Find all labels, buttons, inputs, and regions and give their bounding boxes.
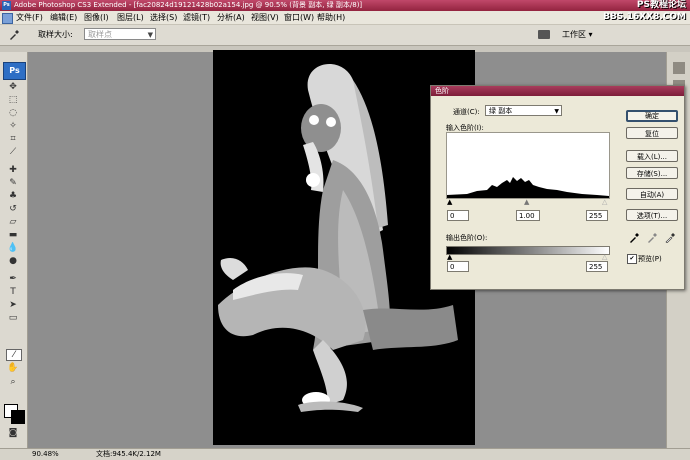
ok-button[interactable]: 确定: [626, 110, 678, 122]
slice-tool-icon[interactable]: ⟋: [6, 147, 20, 157]
output-gradient: [446, 246, 610, 255]
black-point-slider[interactable]: ▲: [447, 198, 452, 206]
menu-filter[interactable]: 滤镜(T): [183, 11, 210, 24]
channel-label: 通道(C):: [453, 108, 480, 116]
shape-tool-icon[interactable]: ▭: [6, 313, 20, 323]
histogram-graph: [447, 177, 609, 198]
eyedropper-tool-icon[interactable]: ⁄: [6, 349, 22, 361]
output-black-slider[interactable]: ▲: [447, 253, 452, 261]
input-gamma-field[interactable]: 1.00: [516, 210, 540, 221]
file-browser-icon[interactable]: [538, 30, 550, 39]
input-white-field[interactable]: 255: [586, 210, 608, 221]
status-bar: 90.48% 文档:945.4K/2.12M: [0, 448, 690, 460]
window-title-bar: Ps Adobe Photoshop CS3 Extended - [fac20…: [0, 0, 690, 11]
path-selection-tool-icon[interactable]: ➤: [6, 300, 20, 310]
watermark-top: PS教程论坛: [636, 0, 686, 10]
output-white-field[interactable]: 255: [586, 261, 608, 272]
zoom-tool-icon[interactable]: ⌕: [6, 377, 20, 387]
histogram: [446, 132, 610, 199]
white-eyedropper-icon[interactable]: [665, 233, 675, 243]
brush-tool-icon[interactable]: ✎: [6, 178, 20, 188]
white-point-slider[interactable]: △: [602, 198, 607, 206]
save-button[interactable]: 存储(S)...: [626, 167, 678, 179]
preview-label: 预览(P): [638, 255, 662, 263]
menu-view[interactable]: 视图(V): [251, 11, 279, 24]
menu-image[interactable]: 图像(I): [84, 11, 109, 24]
sample-size-select[interactable]: 取样点 ▼: [84, 28, 156, 40]
menu-select[interactable]: 选择(S): [150, 11, 177, 24]
magic-wand-tool-icon[interactable]: ✧: [6, 121, 20, 131]
menu-edit[interactable]: 编辑(E): [50, 11, 77, 24]
crop-tool-icon[interactable]: ⌗: [6, 134, 20, 144]
input-black-field[interactable]: 0: [447, 210, 469, 221]
menu-layer[interactable]: 图层(L): [117, 11, 144, 24]
gamma-slider[interactable]: ▲: [524, 198, 529, 206]
window-title: Adobe Photoshop CS3 Extended - [fac20824…: [14, 1, 363, 9]
marquee-tool-icon[interactable]: ⬚: [6, 95, 20, 105]
sample-size-label: 取样大小:: [38, 30, 73, 39]
auto-button[interactable]: 自动(A): [626, 188, 678, 200]
output-black-field[interactable]: 0: [447, 261, 469, 272]
menu-help[interactable]: 帮助(H): [317, 11, 345, 24]
zoom-level[interactable]: 90.48%: [32, 449, 59, 460]
background-color-swatch[interactable]: [11, 410, 25, 424]
gray-eyedropper-icon[interactable]: [647, 233, 657, 243]
navigator-panel-icon[interactable]: [673, 62, 685, 74]
document-icon[interactable]: [2, 13, 13, 24]
type-tool-icon[interactable]: T: [6, 287, 20, 297]
menu-window[interactable]: 窗口(W): [284, 11, 314, 24]
document-size: 文档:945.4K/2.12M: [96, 450, 161, 458]
menu-analysis[interactable]: 分析(A): [217, 11, 245, 24]
preview-checkbox[interactable]: ✔: [627, 254, 637, 264]
hand-tool-icon[interactable]: ✋: [6, 363, 20, 373]
gradient-tool-icon[interactable]: ▬: [6, 230, 20, 240]
chevron-down-icon: ▼: [147, 31, 153, 39]
channel-select[interactable]: 绿 副本 ▼: [485, 105, 562, 116]
lasso-tool-icon[interactable]: ◌: [6, 108, 20, 118]
watermark-bottom: BBS.16XX8.COM: [603, 12, 686, 22]
chevron-down-icon: ▼: [554, 108, 559, 115]
move-tool-icon[interactable]: ✥: [6, 82, 20, 92]
menu-file[interactable]: 文件(F): [16, 11, 43, 24]
blur-tool-icon[interactable]: 💧: [6, 243, 20, 253]
menu-bar: 文件(F) 编辑(E) 图像(I) 图层(L) 选择(S) 滤镜(T) 分析(A…: [0, 11, 690, 25]
load-button[interactable]: 载入(L)...: [626, 150, 678, 162]
eraser-tool-icon[interactable]: ▱: [6, 217, 20, 227]
eyedropper-icon[interactable]: [8, 29, 20, 41]
reset-button[interactable]: 复位: [626, 127, 678, 139]
dodge-tool-icon[interactable]: ●: [6, 256, 20, 266]
sample-size-value: 取样点: [88, 30, 112, 39]
clone-stamp-tool-icon[interactable]: ♣: [6, 191, 20, 201]
photoshop-app-icon: Ps: [2, 1, 11, 10]
photoshop-logo: Ps: [3, 62, 26, 80]
quick-mask-icon[interactable]: ◙: [6, 428, 20, 438]
pen-tool-icon[interactable]: ✒: [6, 274, 20, 284]
history-brush-tool-icon[interactable]: ↺: [6, 204, 20, 214]
options-bar: 取样大小: 取样点 ▼ 工作区 ▾: [0, 25, 690, 46]
levels-dialog: 色阶 通道(C): 绿 副本 ▼ 输入色阶(I): ▲ ▲ △ 0 1.00 2…: [430, 85, 685, 290]
output-levels-label: 输出色阶(O):: [446, 234, 488, 242]
output-white-slider[interactable]: △: [602, 253, 607, 261]
black-eyedropper-icon[interactable]: [629, 233, 639, 243]
levels-dialog-title: 色阶: [431, 86, 684, 96]
channel-value: 绿 副本: [489, 107, 513, 115]
healing-brush-tool-icon[interactable]: ✚: [6, 165, 20, 175]
workspace-menu[interactable]: 工作区 ▾: [562, 25, 593, 45]
options-button[interactable]: 选项(T)...: [626, 209, 678, 221]
toolbox: Ps ✥ ⬚ ◌ ✧ ⌗ ⟋ ✚ ✎ ♣ ↺ ▱ ▬ 💧 ● ✒ T ➤ ▭ ⁄…: [0, 52, 28, 448]
